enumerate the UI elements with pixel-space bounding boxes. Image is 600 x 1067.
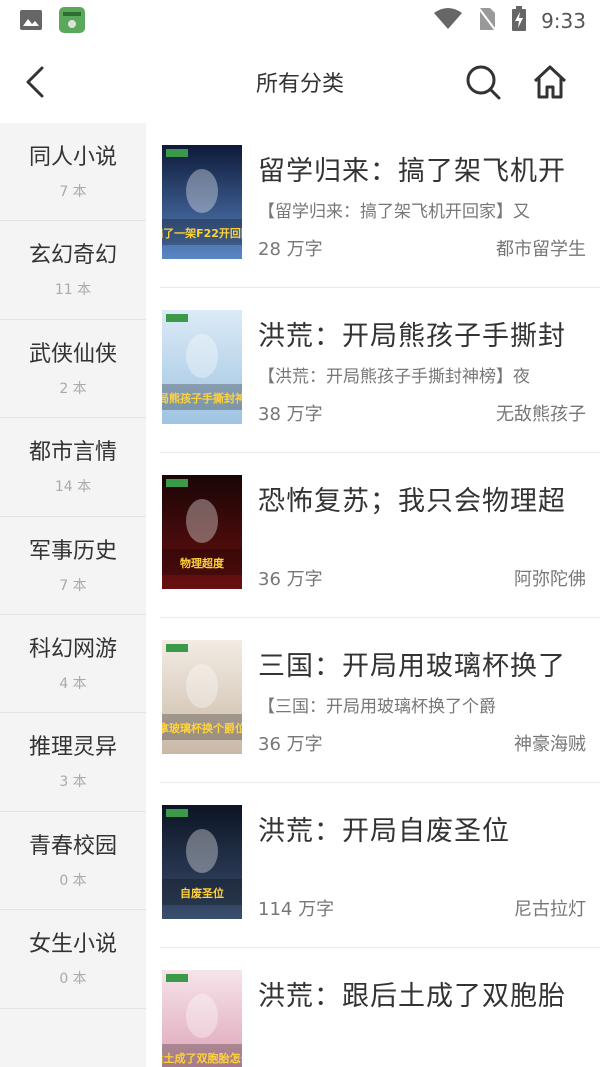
cover-text: 拿玻璃杯换个爵位	[162, 721, 242, 735]
status-bar: 9:33	[0, 0, 600, 40]
book-item[interactable]: 自废圣位 洪荒：开局自废圣位 114 万字 尼古拉灯	[160, 783, 600, 948]
cover-text: 跟后土成了双胞胎怎么办	[162, 1051, 242, 1065]
category-count: 7 本	[59, 577, 87, 594]
battery-charging-icon	[511, 6, 527, 36]
category-count: 2 本	[59, 380, 87, 397]
book-author: 神豪海贼	[514, 734, 586, 755]
book-cover: 物理超度	[162, 475, 242, 589]
book-item[interactable]: 物理超度 恐怖复苏；我只会物理超 36 万字 阿弥陀佛	[160, 453, 600, 618]
word-count: 28 万字	[258, 239, 323, 260]
book-title: 留学归来：搞了架飞机开	[258, 156, 566, 187]
category-name: 科幻网游	[28, 636, 117, 662]
app-icon	[58, 6, 86, 38]
category-name: 推理灵异	[28, 735, 117, 761]
category-count: 4 本	[59, 675, 87, 692]
category-count: 3 本	[59, 774, 87, 791]
category-item[interactable]: 女生小说 0 本	[0, 910, 146, 1009]
no-sim-icon	[477, 6, 497, 36]
book-title: 洪荒：开局熊孩子手撕封	[258, 321, 566, 352]
category-item[interactable]: 同人小说 7 本	[0, 123, 146, 222]
word-count: 36 万字	[258, 569, 323, 590]
category-item[interactable]: 军事历史 7 本	[0, 517, 146, 615]
wifi-icon	[433, 7, 463, 35]
gallery-icon	[18, 7, 44, 37]
book-item[interactable]: 跟后土成了双胞胎怎么办 洪荒：跟后土成了双胞胎	[160, 948, 600, 1067]
cover-text: 自废圣位	[180, 886, 224, 900]
word-count: 114 万字	[258, 899, 335, 920]
book-cover: 自废圣位	[162, 805, 242, 919]
book-title: 洪荒：开局自废圣位	[258, 816, 510, 847]
chevron-left-icon	[26, 66, 44, 98]
category-item[interactable]: 武侠仙侠 2 本	[0, 320, 146, 419]
book-item[interactable]: 拿玻璃杯换个爵位 三国：开局用玻璃杯换了【三国：开局用玻璃杯换了个爵 36 万字 神豪…	[160, 618, 600, 783]
category-name: 青春校园	[28, 833, 117, 859]
category-count: 11 本	[54, 282, 92, 299]
category-count: 7 本	[59, 184, 87, 200]
book-item[interactable]: 开局熊孩子手撕封神榜 洪荒：开局熊孩子手撕封【洪荒：开局熊孩子手撕封神榜】夜 38 …	[160, 288, 600, 453]
book-cover: 拿玻璃杯换个爵位	[162, 640, 242, 754]
category-item[interactable]: 玄幻奇幻 11 本	[0, 221, 146, 320]
book-list: 偏了一架F22开回国 留学归来：搞了架飞机开【留学归来：搞了架飞机开回家】又 28 …	[146, 123, 600, 1067]
book-author: 都市留学生	[496, 239, 586, 260]
category-name: 玄幻奇幻	[28, 243, 117, 269]
category-item[interactable]: 科幻网游 4 本	[0, 615, 146, 714]
home-icon	[533, 65, 567, 99]
cover-text: 开局熊孩子手撕封神榜	[162, 391, 242, 405]
category-name: 同人小说	[28, 145, 117, 170]
category-item[interactable]: 都市言情 14 本	[0, 418, 146, 517]
page-title: 所有分类	[255, 72, 344, 97]
book-description: 【洪荒：开局熊孩子手撕封神榜】夜	[258, 367, 530, 387]
category-sidebar: 同人小说 7 本玄幻奇幻 11 本武侠仙侠 2 本都市言情 14 本军事历史 7 本科幻网…	[0, 123, 146, 1067]
book-author: 阿弥陀佛	[514, 569, 586, 590]
book-description: 【留学归来：搞了架飞机开回家】又	[258, 202, 530, 222]
category-item[interactable]: 青春校园 0 本	[0, 812, 146, 911]
category-name: 女生小说	[28, 932, 117, 958]
cover-text: 偏了一架F22开回国	[162, 226, 242, 240]
book-item[interactable]: 偏了一架F22开回国 留学归来：搞了架飞机开【留学归来：搞了架飞机开回家】又 28 …	[160, 123, 600, 288]
word-count: 36 万字	[258, 734, 323, 755]
book-description: 【三国：开局用玻璃杯换了个爵	[258, 697, 496, 717]
home-button[interactable]	[530, 62, 570, 102]
book-title: 洪荒：跟后土成了双胞胎	[258, 981, 566, 1012]
category-count: 14 本	[54, 479, 92, 496]
book-title: 三国：开局用玻璃杯换了	[258, 651, 566, 682]
search-icon	[466, 65, 501, 100]
book-cover: 偏了一架F22开回国	[162, 145, 242, 259]
book-title: 恐怖复苏；我只会物理超	[258, 486, 566, 517]
category-item[interactable]: 推理灵异 3 本	[0, 713, 146, 812]
book-cover: 开局熊孩子手撕封神榜	[162, 310, 242, 424]
category-count: 0 本	[59, 872, 87, 889]
word-count: 38 万字	[258, 404, 323, 425]
search-button[interactable]	[463, 62, 503, 102]
book-author: 无敌熊孩子	[496, 404, 586, 425]
category-name: 武侠仙侠	[28, 341, 117, 367]
clock: 9:33	[541, 9, 586, 33]
book-author: 尼古拉灯	[514, 899, 586, 920]
top-bar: 所有分类	[0, 40, 600, 122]
category-name: 都市言情	[28, 440, 117, 466]
cover-text: 物理超度	[180, 556, 225, 570]
book-cover: 跟后土成了双胞胎怎么办	[162, 970, 242, 1067]
back-button[interactable]	[18, 62, 54, 102]
category-name: 军事历史	[28, 538, 117, 564]
category-count: 0 本	[59, 971, 87, 988]
